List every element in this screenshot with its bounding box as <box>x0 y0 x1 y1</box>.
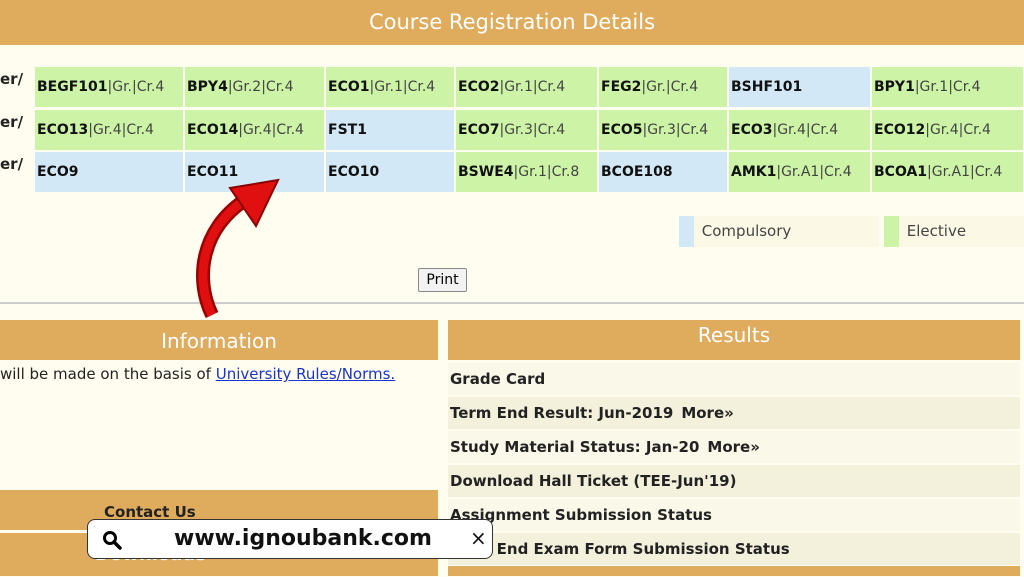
course-cell: ECO3|Gr.4|Cr.4 <box>729 110 870 150</box>
result-label: Download Hall Ticket (TEE-Jun'19) <box>450 472 737 490</box>
elective-swatch <box>884 216 899 247</box>
result-item[interactable]: Term End Exam Form Submission Status <box>448 533 1020 565</box>
course-cell: ECO12|Gr.4|Cr.4 <box>872 110 1023 150</box>
course-code: ECO9 <box>37 164 79 180</box>
course-meta: |Gr.3|Cr.4 <box>499 122 566 138</box>
course-code: BSWE4 <box>458 164 514 180</box>
course-meta: |Gr.4|Cr.4 <box>238 122 304 138</box>
course-code: ECO7 <box>458 122 500 138</box>
course-cell: BPY4|Gr.2|Cr.4 <box>185 67 324 107</box>
course-cell: ECO5|Gr.3|Cr.4 <box>599 110 727 150</box>
course-meta: |Gr.|Cr.4 <box>107 79 165 95</box>
course-code: ECO12 <box>874 122 926 138</box>
result-label: Grade Card <box>450 370 546 388</box>
course-code: ECO1 <box>328 79 370 95</box>
course-cell: ECO14|Gr.4|Cr.4 <box>185 110 324 150</box>
course-meta: |Gr.4|Cr.4 <box>925 122 991 138</box>
course-cell: ECO2|Gr.1|Cr.4 <box>456 67 597 107</box>
course-code: BCOE108 <box>601 164 673 180</box>
course-cell: ECO7|Gr.3|Cr.4 <box>456 110 597 150</box>
course-cell: ECO13|Gr.4|Cr.4 <box>35 110 183 150</box>
result-item[interactable]: Download Hall Ticket (TEE-Jun'19) <box>448 465 1020 497</box>
course-cell: FST1 <box>326 110 454 150</box>
legend-elective: Elective <box>884 216 1024 247</box>
print-button[interactable]: Print <box>418 268 467 292</box>
information-header: Information <box>0 320 438 360</box>
legend-compulsory: Compulsory <box>679 216 879 247</box>
course-code: BEGF101 <box>37 79 108 95</box>
course-code: ECO13 <box>37 122 89 138</box>
watermark-search-bar: www.ignoubank.com × <box>87 519 493 559</box>
row-label: er/ <box>0 113 24 131</box>
course-cell: FEG2|Gr.|Cr.4 <box>599 67 727 107</box>
results-footer-bar <box>448 566 1020 576</box>
result-item[interactable]: Assignment Submission Status <box>448 499 1020 531</box>
course-meta: |Gr.A1|Cr.4 <box>927 164 1003 180</box>
course-meta: |Gr.3|Cr.4 <box>642 122 709 138</box>
course-code: BPY4 <box>187 79 228 95</box>
course-code: AMK1 <box>731 164 777 180</box>
result-label: Term End Result: Jun-2019 <box>450 404 674 422</box>
course-cell: BEGF101|Gr.|Cr.4 <box>35 67 183 107</box>
search-icon <box>103 531 122 550</box>
course-meta: |Gr.A1|Cr.4 <box>776 164 852 180</box>
course-meta: |Gr.4|Cr.4 <box>88 122 154 138</box>
course-cell: AMK1|Gr.A1|Cr.4 <box>729 152 870 192</box>
course-meta: |Gr.1|Cr.4 <box>499 79 566 95</box>
course-meta: |Gr.1|Cr.8 <box>513 164 580 180</box>
compulsory-swatch <box>679 216 694 247</box>
university-rules-link[interactable]: University Rules/Norms. <box>216 365 395 383</box>
result-item[interactable]: Grade Card <box>448 363 1020 395</box>
course-meta: |Gr.1|Cr.4 <box>369 79 436 95</box>
course-cell: ECO10 <box>326 152 454 192</box>
course-cell: BCOA1|Gr.A1|Cr.4 <box>872 152 1023 192</box>
information-body: will be made on the basis of <box>0 365 216 383</box>
course-registration-header: Course Registration Details <box>0 0 1024 45</box>
watermark-url: www.ignoubank.com <box>174 526 432 551</box>
course-cell: ECO9 <box>35 152 183 192</box>
course-code: BSHF101 <box>731 79 803 95</box>
course-meta: |Gr.1|Cr.4 <box>914 79 981 95</box>
row-label: er/ <box>0 155 24 173</box>
result-item[interactable]: Study Material Status: Jan-20 More» <box>448 431 1020 463</box>
results-header: Results <box>448 320 1020 360</box>
course-meta: |Gr.|Cr.4 <box>641 79 699 95</box>
course-code: ECO10 <box>328 164 380 180</box>
course-code: ECO5 <box>601 122 643 138</box>
course-code: ECO3 <box>731 122 773 138</box>
course-code: ECO2 <box>458 79 500 95</box>
red-arrow-annotation <box>196 178 280 319</box>
course-code: BPY1 <box>874 79 915 95</box>
course-cell: BSWE4|Gr.1|Cr.8 <box>456 152 597 192</box>
information-text: will be made on the basis of University … <box>0 365 395 383</box>
result-label: Study Material Status: Jan-20 <box>450 438 700 456</box>
result-label: Term End Exam Form Submission Status <box>450 540 790 558</box>
course-cell: BPY1|Gr.1|Cr.4 <box>872 67 1023 107</box>
more-link[interactable]: More» <box>681 404 734 422</box>
result-item[interactable]: Term End Result: Jun-2019 More» <box>448 397 1020 429</box>
close-icon: × <box>470 526 487 550</box>
course-code: FST1 <box>328 122 367 138</box>
more-link[interactable]: More» <box>707 438 760 456</box>
course-code: ECO14 <box>187 122 239 138</box>
divider <box>0 302 1024 304</box>
row-label: er/ <box>0 70 24 88</box>
course-meta: |Gr.4|Cr.4 <box>772 122 839 138</box>
course-cell: BSHF101 <box>729 67 870 107</box>
legend-compulsory-label: Compulsory <box>701 222 792 240</box>
course-code: FEG2 <box>601 79 642 95</box>
course-cell: BCOE108 <box>599 152 727 192</box>
course-meta: |Gr.2|Cr.4 <box>227 79 294 95</box>
course-cell: ECO1|Gr.1|Cr.4 <box>326 67 454 107</box>
legend-elective-label: Elective <box>906 222 967 240</box>
course-code: BCOA1 <box>874 164 928 180</box>
